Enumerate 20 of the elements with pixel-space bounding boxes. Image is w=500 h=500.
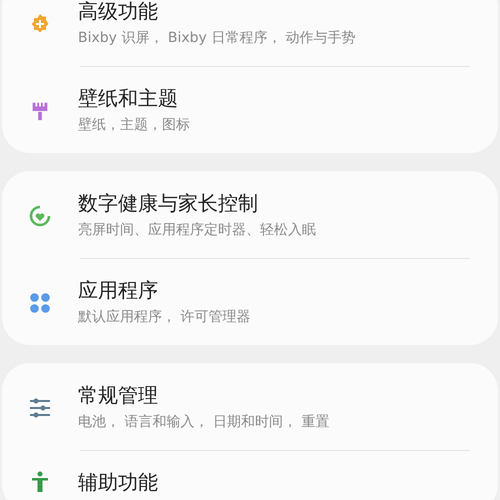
sliders-icon [28, 396, 52, 420]
item-subtitle: 电池， 语言和输入， 日期和时间， 重置 [78, 413, 330, 432]
heart-circle-icon [28, 204, 52, 228]
item-title: 数字健康与家长控制 [78, 191, 259, 215]
settings-item[interactable]: 常规管理 电池， 语言和输入， 日期和时间， 重置 [2, 363, 498, 450]
item-title: 高级功能 [78, 0, 159, 23]
item-subtitle: 默认应用程序， 许可管理器 [78, 308, 250, 327]
item-title: 应用程序 [78, 278, 159, 302]
settings-item[interactable]: 数字健康与家长控制 亮屏时间、应用程序定时器、轻松入眠 [2, 171, 498, 258]
item-subtitle: Bixby 识屏， Bixby 日常程序， 动作与手势 [78, 29, 356, 48]
settings-item[interactable]: 高级功能 Bixby 识屏， Bixby 日常程序， 动作与手势 [2, 0, 498, 66]
settings-item[interactable]: 壁纸和主题 壁纸，主题，图标 [2, 66, 498, 153]
item-subtitle: 壁纸，主题，图标 [78, 116, 190, 135]
settings-item[interactable]: 应用程序 默认应用程序， 许可管理器 [2, 258, 498, 345]
four-dots-icon [28, 290, 52, 314]
item-title: 壁纸和主题 [78, 86, 179, 110]
item-title: 辅助功能 [78, 470, 158, 494]
settings-item[interactable]: 辅助功能 [2, 450, 498, 500]
item-subtitle: 亮屏时间、应用程序定时器、轻松入眠 [78, 221, 316, 240]
item-title: 常规管理 [78, 383, 159, 407]
